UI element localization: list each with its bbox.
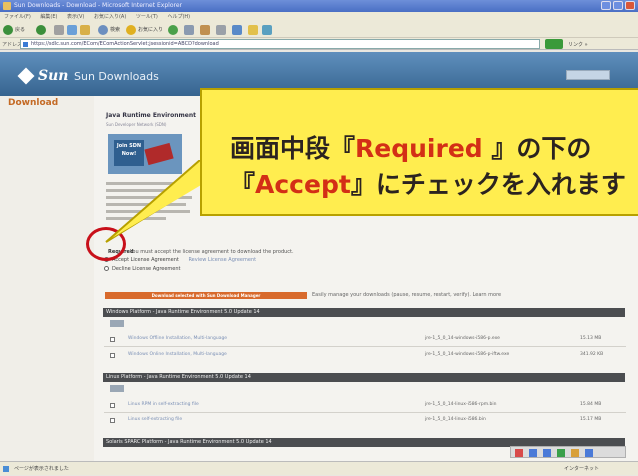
file-size: 15.84 MB <box>580 402 602 407</box>
tray-app-icon[interactable] <box>585 449 593 457</box>
file-name: jre-1_5_0_14-linux-i586.bin <box>425 417 486 422</box>
file-checkbox[interactable] <box>110 418 115 423</box>
site-title: Sun Downloads <box>74 70 159 83</box>
file-size: 341.92 KB <box>580 352 604 357</box>
divider <box>104 412 626 413</box>
address-url: https://sdlc.sun.com/ECom/EComActionServ… <box>31 41 219 47</box>
download-manager-button[interactable]: Download selected with Sun Download Mana… <box>105 292 307 299</box>
search-icon[interactable] <box>98 25 108 35</box>
callout-line-2: 『Accept』にチェックを入れます <box>230 170 626 199</box>
back-arrow-icon[interactable] <box>3 25 13 35</box>
file-size: 15.13 MB <box>580 336 602 341</box>
status-text: ページが表示されました <box>14 466 69 472</box>
divider <box>104 346 626 347</box>
media-icon[interactable] <box>168 25 178 35</box>
sun-logo[interactable]: Sun <box>17 67 68 85</box>
section-title: Java Runtime Environment <box>106 112 196 119</box>
site-search-input[interactable] <box>566 70 610 80</box>
refresh-icon[interactable] <box>67 25 77 35</box>
decline-label[interactable]: Decline License Agreement <box>112 266 181 272</box>
instruction-callout: 画面中段『Required 』の下の 『Accept』にチェックを入れます <box>200 88 638 216</box>
platform-header-linux: Linux Platform - Java Runtime Environmen… <box>103 373 625 382</box>
menu-bar: ファイル(F) 編集(E) 表示(V) お気に入り(A) ツール(T) ヘルプ(… <box>0 12 638 22</box>
tray-app-icon[interactable] <box>515 449 523 457</box>
menu-view[interactable]: 表示(V) <box>67 14 84 20</box>
links-label[interactable]: リンク » <box>568 41 588 48</box>
browser-toolbar: 戻る 検索 お気に入り <box>0 22 638 38</box>
folder-icon[interactable] <box>248 25 258 35</box>
sidebar: Download <box>0 96 94 461</box>
tray-app-icon[interactable] <box>557 449 565 457</box>
tray-app-icon[interactable] <box>543 449 551 457</box>
decline-radio[interactable] <box>104 266 109 271</box>
stop-icon[interactable] <box>54 25 64 35</box>
decline-radio-row[interactable]: Decline License Agreement <box>104 266 181 272</box>
platform-header-windows: Windows Platform - Java Runtime Environm… <box>103 308 625 317</box>
file-name: jre-1_5_0_14-linux-i586-rpm.bin <box>425 402 497 407</box>
section-subtitle: Sun Developer Network (SDN) <box>106 122 167 127</box>
status-bar: ページが表示されました インターネット <box>0 461 638 475</box>
page-icon <box>23 42 28 47</box>
select-all-toggle[interactable] <box>110 385 124 392</box>
file-link[interactable]: Windows Offline Installation, Multi-lang… <box>128 336 227 341</box>
edit-icon[interactable] <box>232 25 242 35</box>
ie-icon <box>3 2 11 10</box>
file-checkbox[interactable] <box>110 403 115 408</box>
page-status-icon <box>3 466 9 472</box>
file-row: Windows Online Installation, Multi-langu… <box>110 352 625 360</box>
close-button[interactable] <box>625 1 635 10</box>
file-size: 15.17 MB <box>580 417 602 422</box>
file-row: Linux RPM in self-extracting file jre-1_… <box>110 402 625 410</box>
file-checkbox[interactable] <box>110 353 115 358</box>
callout-line-1: 画面中段『Required 』の下の <box>230 134 592 163</box>
maximize-button[interactable] <box>613 1 623 10</box>
home-icon[interactable] <box>80 25 90 35</box>
file-row: Windows Offline Installation, Multi-lang… <box>110 336 625 344</box>
window-titlebar: Sun Downloads - Download - Microsoft Int… <box>0 0 638 12</box>
menu-file[interactable]: ファイル(F) <box>4 14 31 20</box>
tray-app-icon[interactable] <box>529 449 537 457</box>
address-input[interactable]: https://sdlc.sun.com/ECom/EComActionServ… <box>20 39 540 49</box>
back-label[interactable]: 戻る <box>15 26 25 33</box>
file-link[interactable]: Linux RPM in self-extracting file <box>128 402 199 407</box>
minimize-button[interactable] <box>601 1 611 10</box>
forward-arrow-icon[interactable] <box>36 25 46 35</box>
file-link[interactable]: Windows Online Installation, Multi-langu… <box>128 352 227 357</box>
menu-edit[interactable]: 編集(E) <box>40 14 57 20</box>
sun-logo-icon <box>17 67 35 85</box>
search-label[interactable]: 検索 <box>110 26 120 33</box>
window-title: Sun Downloads - Download - Microsoft Int… <box>14 2 182 9</box>
history-icon[interactable] <box>184 25 194 35</box>
file-name: jre-1_5_0_14-windows-i586-p-iftw.exe <box>425 352 510 357</box>
menu-help[interactable]: ヘルプ(H) <box>167 14 190 20</box>
go-button[interactable] <box>545 39 563 49</box>
favorites-star-icon[interactable] <box>126 25 136 35</box>
tray-toolbar <box>510 446 626 458</box>
tray-app-icon[interactable] <box>571 449 579 457</box>
select-all-toggle[interactable] <box>110 320 124 327</box>
address-bar: アドレス(D) https://sdlc.sun.com/ECom/EComAc… <box>0 38 638 50</box>
file-row: Linux self-extracting file jre-1_5_0_14-… <box>110 417 625 425</box>
download-manager-note: Easily manage your downloads (pause, res… <box>312 292 502 298</box>
security-zone: インターネット <box>564 466 600 472</box>
favorites-label[interactable]: お気に入り <box>138 26 163 33</box>
menu-tools[interactable]: ツール(T) <box>136 14 158 20</box>
menu-favorites[interactable]: お気に入り(A) <box>94 14 126 20</box>
mail-icon[interactable] <box>200 25 210 35</box>
file-link[interactable]: Linux self-extracting file <box>128 417 182 422</box>
file-name: jre-1_5_0_14-windows-i586-p.exe <box>425 336 500 341</box>
messenger-icon[interactable] <box>262 25 272 35</box>
file-checkbox[interactable] <box>110 337 115 342</box>
print-icon[interactable] <box>216 25 226 35</box>
sidebar-title: Download <box>8 98 59 108</box>
